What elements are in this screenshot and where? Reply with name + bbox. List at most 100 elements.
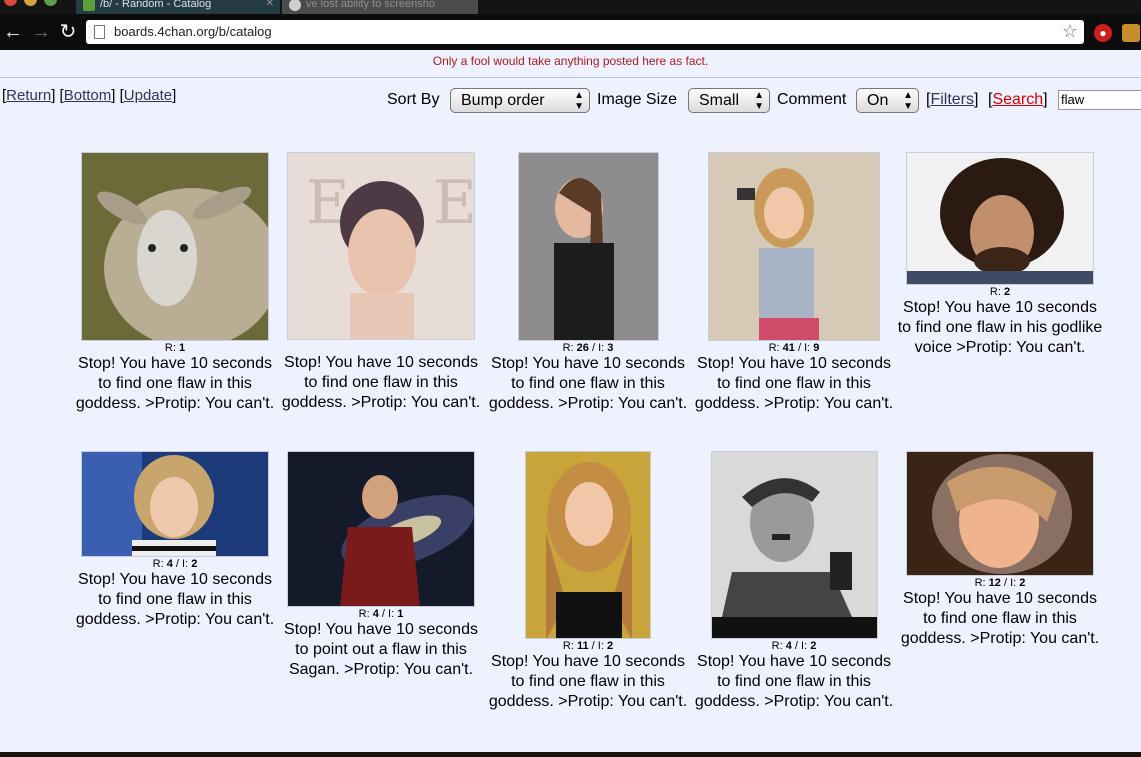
thread-thumbnail[interactable] — [710, 451, 878, 639]
window-bottom-edge — [0, 752, 1141, 757]
address-bar[interactable]: boards.4chan.org/b/catalog ☆ — [86, 20, 1084, 44]
replies-prefix: R: — [164, 342, 176, 354]
catalog-thread: R: 4 / I: 1 Stop! You have 10 seconds to… — [278, 451, 484, 680]
thread-stats — [278, 341, 484, 353]
disclaimer-text: Only a fool would take anything posted h… — [432, 54, 709, 68]
adblock-extension-icon[interactable]: ● — [1094, 24, 1112, 42]
clover-favicon-icon — [83, 0, 95, 11]
thread-stats: R: 4 / I: 1 — [278, 608, 484, 620]
browser-toolbar: ← → ↻ boards.4chan.org/b/catalog ☆ ● — [0, 14, 1141, 50]
return-link[interactable]: Return — [6, 87, 51, 104]
reply-count: 11 — [576, 640, 589, 652]
nav-links: [Return] [Bottom] [Update] — [2, 87, 177, 104]
thread-thumbnail[interactable] — [708, 152, 880, 341]
comment-select[interactable]: On ▲ ▼ — [856, 88, 919, 113]
thread-stats: R: 12 / I: 2 — [897, 577, 1103, 589]
thread-teaser[interactable]: Stop! You have 10 seconds to find one fl… — [485, 652, 691, 712]
thread-thumbnail[interactable] — [525, 451, 651, 639]
image-size-label: Image Size — [597, 91, 678, 108]
thread-stats: R: 4 / I: 2 — [691, 640, 897, 652]
reply-count: 41 — [782, 342, 795, 354]
back-arrow-icon[interactable]: ← — [2, 20, 24, 44]
images-separator: / I: — [588, 342, 608, 354]
reply-count: 1 — [178, 342, 186, 354]
thread-thumbnail[interactable] — [517, 152, 659, 341]
close-window-icon[interactable] — [4, 0, 17, 6]
divider — [0, 77, 1141, 78]
image-count: 2 — [810, 640, 817, 652]
sort-select-value: Bump order — [461, 92, 545, 109]
thread-teaser[interactable]: Stop! You have 10 seconds to find one fl… — [691, 652, 897, 712]
search-input[interactable]: flaw — [1058, 90, 1141, 110]
image-count: 2 — [606, 640, 614, 652]
catalog-thread: R: 1 Stop! You have 10 seconds to find o… — [72, 152, 278, 414]
url-text: boards.4chan.org/b/catalog — [114, 24, 272, 39]
image-count: 2 — [1019, 577, 1026, 589]
image-count: 3 — [607, 342, 614, 354]
thread-teaser[interactable]: Stop! You have 10 seconds to find one fl… — [485, 354, 691, 414]
replies-prefix: R: — [152, 558, 164, 570]
thread-stats: R: 2 — [897, 286, 1103, 298]
thread-teaser[interactable]: Stop! You have 10 seconds to find one fl… — [278, 353, 484, 413]
extension-icon[interactable] — [1122, 24, 1140, 42]
browser-titlebar: /b/ - Random - Catalog ✕ ve lost ability… — [0, 0, 1141, 14]
thread-teaser[interactable]: Stop! You have 10 seconds to find one fl… — [897, 298, 1103, 358]
bookmark-star-icon[interactable]: ☆ — [1062, 21, 1078, 42]
tab-title: ve lost ability to screensho — [306, 0, 436, 10]
filters-link[interactable]: Filters — [930, 91, 974, 108]
thread-teaser[interactable]: Stop! You have 10 seconds to point out a… — [278, 620, 484, 680]
thread-thumbnail[interactable] — [906, 451, 1094, 576]
reply-count: 12 — [988, 577, 1001, 589]
comment-select-value: On — [867, 92, 889, 109]
replies-prefix: R: — [974, 577, 986, 589]
sort-by-label: Sort By — [387, 91, 440, 108]
image-count: 1 — [397, 608, 404, 620]
thread-thumbnail[interactable]: E E — [287, 152, 475, 340]
catalog-thread: R: 11 / I: 2 Stop! You have 10 seconds t… — [485, 451, 691, 712]
thread-thumbnail[interactable] — [906, 152, 1094, 285]
thread-teaser[interactable]: Stop! You have 10 seconds to find one fl… — [691, 354, 897, 414]
thread-teaser[interactable]: Stop! You have 10 seconds to find one fl… — [72, 354, 278, 414]
reload-icon[interactable]: ↻ — [57, 20, 79, 44]
zoom-window-icon[interactable] — [44, 0, 57, 6]
catalog-thread: R: 4 / I: 2 Stop! You have 10 seconds to… — [72, 451, 278, 630]
thread-stats: R: 11 / I: 2 — [485, 640, 691, 652]
images-separator: / I: — [794, 342, 814, 354]
images-separator: / I: — [588, 640, 607, 652]
bottom-link[interactable]: Bottom — [64, 87, 112, 104]
tab-reddit[interactable]: ve lost ability to screensho — [282, 0, 478, 14]
minimize-window-icon[interactable] — [24, 0, 37, 6]
thread-thumbnail[interactable] — [287, 451, 475, 607]
image-count: 9 — [813, 342, 820, 354]
thread-teaser[interactable]: Stop! You have 10 seconds to find one fl… — [897, 589, 1103, 649]
update-link[interactable]: Update — [124, 87, 172, 104]
thread-teaser[interactable]: Stop! You have 10 seconds to find one fl… — [72, 570, 278, 630]
images-separator: / I: — [791, 640, 811, 652]
image-size-select[interactable]: Small ▲ ▼ — [688, 88, 770, 113]
thread-thumbnail[interactable] — [81, 451, 269, 557]
catalog-thread: R: 26 / I: 3 Stop! You have 10 seconds t… — [485, 152, 691, 414]
catalog-thread: E E Stop! You have 10 seconds to find on… — [278, 152, 484, 413]
select-arrows-icon: ▲ ▼ — [903, 90, 913, 112]
images-separator: / I: — [172, 558, 192, 570]
thread-thumbnail[interactable] — [81, 152, 269, 341]
images-separator: / I: — [1000, 577, 1020, 589]
search-link[interactable]: Search — [992, 91, 1043, 108]
comment-label: Comment — [777, 91, 847, 108]
reddit-favicon-icon — [289, 0, 301, 11]
filters-wrapper: [Filters] — [926, 91, 979, 108]
images-separator: / I: — [378, 608, 398, 620]
replies-prefix: R: — [768, 342, 780, 354]
page-icon — [94, 25, 105, 39]
reply-count: 2 — [1003, 286, 1011, 298]
select-arrows-icon: ▲ ▼ — [754, 90, 764, 112]
search-wrapper: [Search] — [988, 91, 1048, 108]
tab-title: /b/ - Random - Catalog — [100, 0, 212, 10]
catalog-thread: R: 2 Stop! You have 10 seconds to find o… — [897, 152, 1103, 358]
sort-select[interactable]: Bump order ▲ ▼ — [450, 88, 590, 113]
tab-catalog[interactable]: /b/ - Random - Catalog ✕ — [76, 0, 280, 14]
close-tab-icon[interactable]: ✕ — [266, 0, 274, 12]
forward-arrow-icon[interactable]: → — [30, 20, 52, 44]
catalog-thread: R: 41 / I: 9 Stop! You have 10 seconds t… — [691, 152, 897, 414]
thread-stats: R: 41 / I: 9 — [691, 342, 897, 354]
